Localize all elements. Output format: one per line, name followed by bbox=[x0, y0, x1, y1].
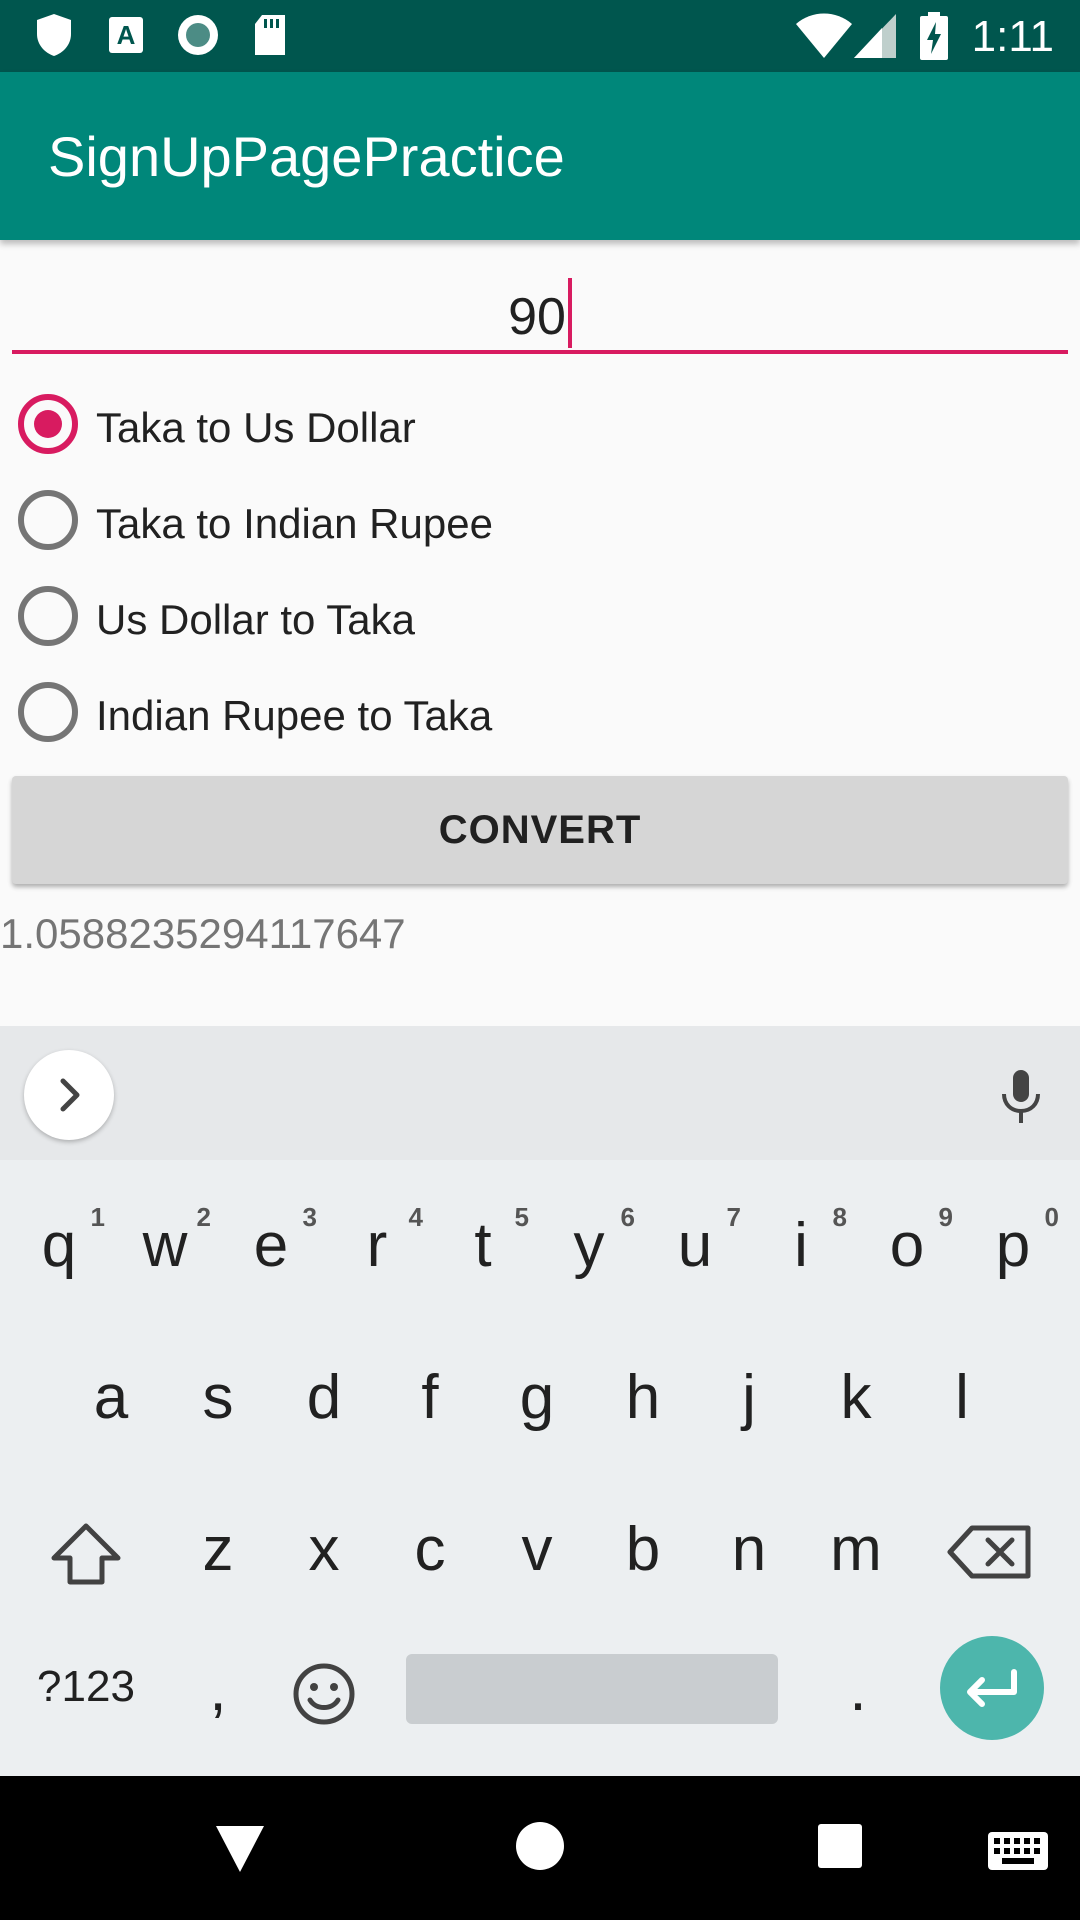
chevron-right-icon[interactable] bbox=[24, 1050, 114, 1140]
radio-taka-to-indian-rupee[interactable]: Taka to Indian Rupee bbox=[16, 480, 816, 560]
key-k[interactable]: k bbox=[806, 1362, 906, 1433]
key-hint: 5 bbox=[514, 1202, 529, 1232]
key-t[interactable]: t5 bbox=[433, 1202, 533, 1281]
key-hint: 4 bbox=[408, 1202, 423, 1232]
key-hint: 9 bbox=[938, 1202, 953, 1232]
app-bar: SignUpPagePractice bbox=[0, 72, 1080, 240]
keyboard-switch-icon[interactable] bbox=[986, 1830, 1050, 1877]
key-v[interactable]: v bbox=[487, 1514, 587, 1585]
key-a[interactable]: a bbox=[61, 1362, 161, 1433]
radio-label: Taka to Indian Rupee bbox=[96, 500, 493, 547]
key-label: r bbox=[366, 1211, 388, 1280]
backspace-icon[interactable] bbox=[942, 1512, 1042, 1592]
radio-button[interactable] bbox=[18, 682, 78, 742]
key-hint: 8 bbox=[832, 1202, 847, 1232]
key-o[interactable]: o9 bbox=[857, 1202, 957, 1281]
navigation-bar bbox=[0, 1776, 1080, 1920]
key-r[interactable]: r4 bbox=[327, 1202, 427, 1281]
key-m[interactable]: m bbox=[806, 1514, 906, 1585]
record-icon bbox=[175, 12, 221, 63]
radio-taka-to-us-dollar[interactable]: Taka to Us Dollar bbox=[16, 384, 816, 464]
key-y[interactable]: y6 bbox=[539, 1202, 639, 1281]
text-cursor bbox=[567, 278, 572, 348]
key-label: i bbox=[794, 1211, 808, 1280]
radio-us-dollar-to-taka[interactable]: Us Dollar to Taka bbox=[16, 576, 816, 656]
key-comma[interactable]: , bbox=[168, 1654, 268, 1725]
key-label: w bbox=[142, 1211, 188, 1280]
mic-icon[interactable] bbox=[996, 1068, 1046, 1133]
key-d[interactable]: d bbox=[274, 1362, 374, 1433]
key-l[interactable]: l bbox=[912, 1362, 1012, 1433]
key-u[interactable]: u7 bbox=[645, 1202, 745, 1281]
wifi-icon bbox=[794, 12, 854, 65]
key-hint: 3 bbox=[302, 1202, 317, 1232]
key-hint: 1 bbox=[90, 1202, 105, 1232]
key-e[interactable]: e3 bbox=[221, 1202, 321, 1281]
key-hint: 7 bbox=[726, 1202, 741, 1232]
key-n[interactable]: n bbox=[699, 1514, 799, 1585]
recents-icon[interactable] bbox=[816, 1822, 864, 1875]
status-bar: A 1:11 bbox=[0, 0, 1080, 72]
back-icon[interactable] bbox=[210, 1820, 270, 1881]
key-h[interactable]: h bbox=[593, 1362, 693, 1433]
key-w[interactable]: w2 bbox=[115, 1202, 215, 1281]
app-title: SignUpPagePractice bbox=[48, 125, 565, 188]
key-s[interactable]: s bbox=[168, 1362, 268, 1433]
key-period[interactable]: . bbox=[808, 1654, 908, 1725]
cell-signal-icon bbox=[852, 12, 898, 65]
key-f[interactable]: f bbox=[380, 1362, 480, 1433]
key-label: p bbox=[995, 1211, 1031, 1280]
key-p[interactable]: p0 bbox=[963, 1202, 1063, 1281]
radio-indian-rupee-to-taka[interactable]: Indian Rupee to Taka bbox=[16, 672, 816, 752]
key-g[interactable]: g bbox=[487, 1362, 587, 1433]
text-a-icon: A bbox=[106, 12, 146, 63]
key-hint: 6 bbox=[620, 1202, 635, 1232]
key-i[interactable]: i8 bbox=[751, 1202, 851, 1281]
radio-button[interactable] bbox=[18, 586, 78, 646]
key-x[interactable]: x bbox=[274, 1514, 374, 1585]
key-label: t bbox=[474, 1211, 492, 1280]
symbols-key[interactable]: ?123 bbox=[18, 1662, 154, 1712]
radio-label: Us Dollar to Taka bbox=[96, 596, 416, 643]
key-label: q bbox=[41, 1211, 77, 1280]
key-j[interactable]: j bbox=[699, 1362, 799, 1433]
convert-button[interactable]: CONVERT bbox=[12, 776, 1068, 884]
amount-input[interactable]: 90 bbox=[12, 262, 1068, 354]
space-bar[interactable] bbox=[406, 1654, 778, 1724]
keyboard-suggestion-strip bbox=[0, 1026, 1080, 1160]
key-label: y bbox=[573, 1211, 605, 1280]
status-time: 1:11 bbox=[971, 12, 1054, 61]
soft-keyboard: q1 w2 e3 r4 t5 y6 u7 i8 o9 p0 a s d f g … bbox=[0, 1160, 1080, 1776]
sd-card-icon bbox=[250, 12, 290, 63]
radio-label: Taka to Us Dollar bbox=[96, 404, 416, 451]
shield-icon bbox=[34, 12, 74, 63]
battery-charging-icon bbox=[918, 12, 950, 65]
radio-button-checked[interactable] bbox=[18, 394, 78, 454]
key-b[interactable]: b bbox=[593, 1514, 693, 1585]
radio-button[interactable] bbox=[18, 490, 78, 550]
shift-icon[interactable] bbox=[36, 1512, 136, 1592]
home-icon[interactable] bbox=[514, 1820, 566, 1877]
key-c[interactable]: c bbox=[380, 1514, 480, 1585]
svg-text:A: A bbox=[117, 20, 136, 50]
key-label: e bbox=[253, 1211, 289, 1280]
result-text: 1.0588235294117647 bbox=[0, 910, 406, 957]
enter-icon[interactable] bbox=[940, 1636, 1044, 1740]
key-label: u bbox=[677, 1211, 713, 1280]
radio-label: Indian Rupee to Taka bbox=[96, 692, 493, 739]
key-hint: 0 bbox=[1044, 1202, 1059, 1232]
key-hint: 2 bbox=[196, 1202, 211, 1232]
key-q[interactable]: q1 bbox=[9, 1202, 109, 1281]
emoji-icon[interactable] bbox=[274, 1654, 374, 1734]
key-label: o bbox=[889, 1211, 925, 1280]
key-z[interactable]: z bbox=[168, 1514, 268, 1585]
amount-input-value: 90 bbox=[508, 288, 566, 346]
